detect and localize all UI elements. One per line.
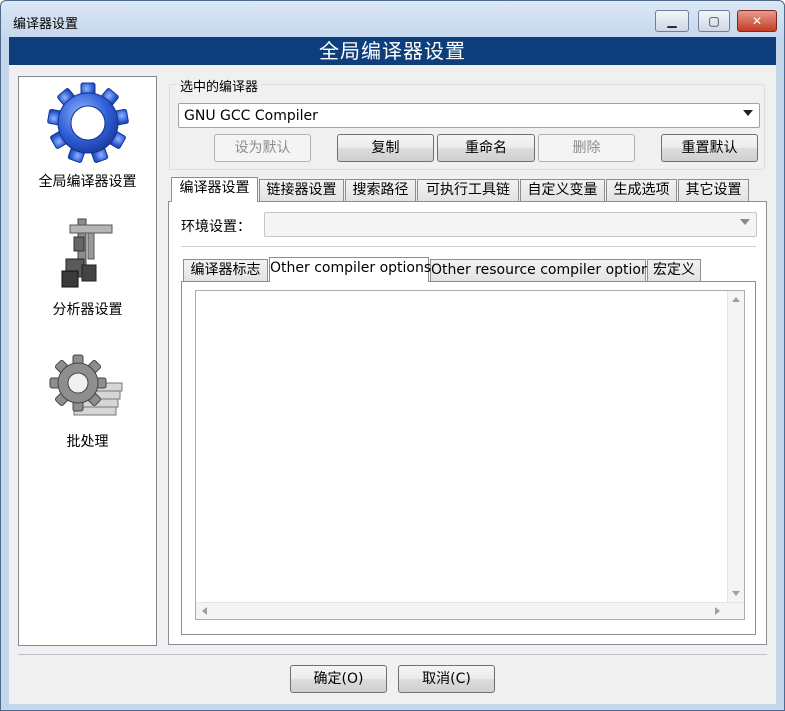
subtab-other-resource-compiler-options[interactable]: Other resource compiler options bbox=[430, 259, 657, 281]
horizontal-scrollbar[interactable] bbox=[196, 602, 744, 619]
tab-custom-variables[interactable]: 自定义变量 bbox=[520, 179, 605, 201]
sidebar-item-label: 分析器设置 bbox=[52, 302, 123, 318]
ok-button[interactable]: 确定(O) bbox=[290, 665, 387, 693]
banner-title: 全局编译器设置 bbox=[9, 37, 776, 65]
tab-toolchain-executables[interactable]: 可执行工具链 bbox=[417, 179, 519, 201]
chevron-down-icon bbox=[743, 110, 753, 116]
other-compiler-options-panel bbox=[181, 281, 756, 635]
maximize-icon: ▢ bbox=[708, 14, 720, 28]
footer-divider bbox=[18, 654, 767, 655]
tab-search-directories[interactable]: 搜索路径 bbox=[345, 179, 416, 201]
title-bar[interactable]: 编译器设置 ▁ ▢ ✕ bbox=[1, 1, 784, 37]
compiler-settings-panel: 环境设置： 编译器标志 Other compiler options Other… bbox=[168, 201, 767, 645]
window-title: 编译器设置 bbox=[13, 17, 79, 32]
sidebar-item-label: 全局编译器设置 bbox=[38, 174, 137, 190]
gear-icon bbox=[46, 82, 129, 163]
divider bbox=[181, 246, 756, 247]
batch-gear-icon bbox=[49, 354, 122, 416]
subtab-compiler-flags[interactable]: 编译器标志 bbox=[183, 259, 268, 281]
close-button[interactable]: ✕ bbox=[737, 10, 777, 32]
tab-compiler-settings[interactable]: 编译器设置 bbox=[171, 177, 258, 202]
minimize-button[interactable]: ▁ bbox=[655, 10, 689, 32]
reset-defaults-button[interactable]: 重置默认 bbox=[661, 134, 758, 162]
sidebar-item-batch[interactable]: 批处理 bbox=[19, 353, 156, 451]
delete-button[interactable]: 删除 bbox=[538, 134, 635, 162]
subtab-other-compiler-options[interactable]: Other compiler options bbox=[269, 257, 431, 282]
tab-other-settings[interactable]: 其它设置 bbox=[678, 179, 749, 201]
tab-linker-settings[interactable]: 链接器设置 bbox=[259, 179, 344, 201]
maximize-button[interactable]: ▢ bbox=[698, 10, 730, 32]
copy-button[interactable]: 复制 bbox=[337, 134, 434, 162]
scroll-down-icon[interactable] bbox=[732, 591, 740, 596]
sidebar-item-profiler[interactable]: 分析器设置 bbox=[19, 213, 156, 319]
category-panel: 全局编译器设置 分析器设置 批处理 bbox=[18, 76, 157, 646]
scroll-up-icon[interactable] bbox=[732, 297, 740, 302]
sidebar-item-label: 批处理 bbox=[66, 434, 109, 450]
chevron-down-icon bbox=[740, 219, 750, 225]
scroll-right-icon[interactable] bbox=[715, 607, 720, 615]
compiler-settings-window: 编译器设置 ▁ ▢ ✕ 全局编译器设置 全局编译器设置 分析器设置 批处理 选中… bbox=[0, 0, 785, 711]
compiler-select-value: GNU GCC Compiler bbox=[184, 108, 318, 124]
cancel-button[interactable]: 取消(C) bbox=[398, 665, 495, 693]
scroll-left-icon[interactable] bbox=[202, 607, 207, 615]
compiler-select[interactable]: GNU GCC Compiler bbox=[178, 103, 760, 128]
minimize-icon: ▁ bbox=[667, 14, 677, 28]
close-icon: ✕ bbox=[751, 14, 763, 28]
environment-select[interactable] bbox=[264, 212, 757, 237]
sidebar-item-global-compiler[interactable]: 全局编译器设置 bbox=[19, 81, 156, 191]
tab-build-options[interactable]: 生成选项 bbox=[606, 179, 677, 201]
caliper-icon bbox=[61, 218, 112, 288]
selected-compiler-group-title: 选中的编译器 bbox=[177, 76, 262, 95]
compiler-options-editor[interactable] bbox=[195, 290, 745, 620]
dialog-client: 全局编译器设置 全局编译器设置 分析器设置 批处理 选中的编译器 GNU GCC… bbox=[9, 37, 776, 704]
environment-label: 环境设置： bbox=[181, 219, 251, 235]
vertical-scrollbar[interactable] bbox=[727, 291, 744, 602]
set-default-button[interactable]: 设为默认 bbox=[214, 134, 311, 162]
subtab-macro-definitions[interactable]: 宏定义 bbox=[647, 259, 701, 281]
rename-button[interactable]: 重命名 bbox=[437, 134, 535, 162]
